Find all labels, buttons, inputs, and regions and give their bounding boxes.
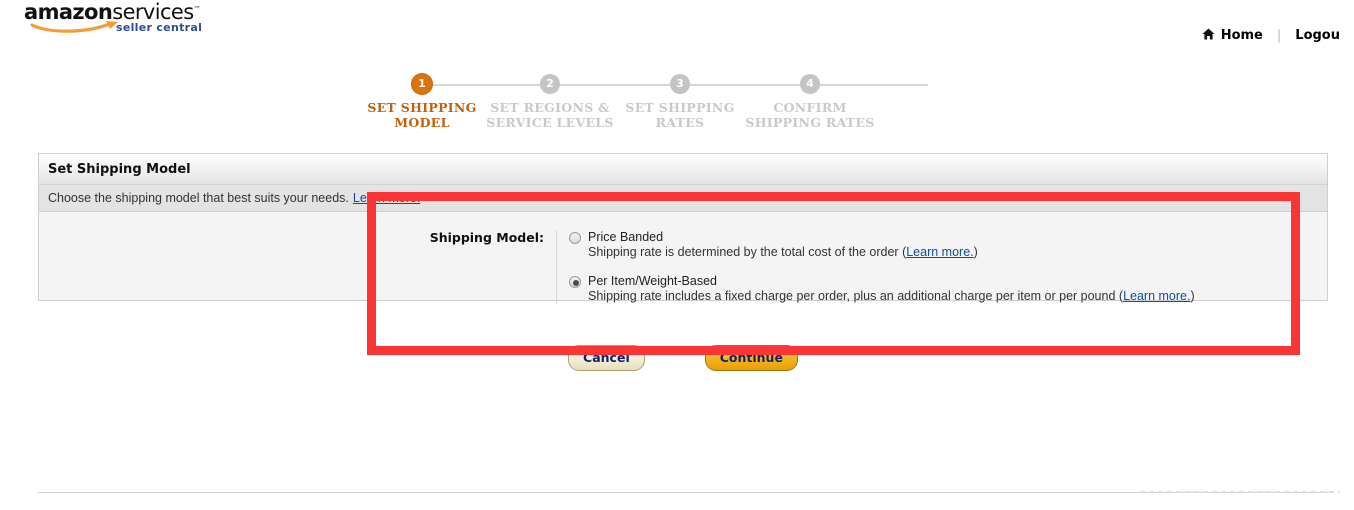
radio-option-per-item-weight-based[interactable]: Per Item/Weight-Based Shipping rate incl… [569, 274, 1327, 304]
shipping-model-label: Shipping Model: [429, 230, 544, 245]
wizard-step-2-number: 2 [540, 74, 560, 94]
logo-subtitle: seller central [116, 21, 203, 34]
panel-description-learn-more-link[interactable]: Learn more. [353, 191, 420, 205]
radio-price-banded-description: Shipping rate is determined by the total… [588, 245, 978, 260]
wizard-step-2-label: SET REGIONS & SERVICE LEVELS [486, 100, 614, 130]
radio-price-banded-input[interactable] [569, 232, 581, 244]
cancel-button[interactable]: Cancel [568, 345, 645, 371]
page-header: amazonservices™ seller central Home | Lo… [0, 0, 1354, 56]
wizard-step-4-label: CONFIRM SHIPPING RATES [745, 100, 875, 130]
radio-per-item-weight-based-title: Per Item/Weight-Based [588, 274, 717, 288]
radio-per-item-desc-before: Shipping rate includes a fixed charge pe… [588, 289, 1124, 303]
wizard-step-2[interactable]: 2 SET REGIONS & SERVICE LEVELS [475, 74, 625, 130]
set-shipping-model-panel: Set Shipping Model Choose the shipping m… [38, 153, 1328, 304]
radio-option-price-banded[interactable]: Price Banded Shipping rate is determined… [569, 230, 1327, 260]
radio-per-item-learn-more-link[interactable]: Learn more. [1123, 289, 1190, 303]
radio-price-banded-texts: Price Banded Shipping rate is determined… [588, 230, 978, 260]
page-title: Set Shipping Model [48, 161, 191, 177]
form-label-column: Shipping Model: [39, 230, 557, 304]
panel-body: Shipping Model: Price Banded Shipping ra… [39, 212, 1327, 304]
shipping-model-form-row: Shipping Model: Price Banded Shipping ra… [39, 212, 1327, 304]
nav-logout-link[interactable]: Logou [1295, 28, 1340, 43]
top-navigation: Home | Logou [1202, 28, 1340, 43]
panel-description-bar: Choose the shipping model that best suit… [39, 185, 1327, 212]
radio-price-banded-learn-more-link[interactable]: Learn more. [906, 245, 973, 259]
nav-separator: | [1276, 28, 1282, 43]
form-actions: Cancel Continue [38, 345, 1328, 371]
nav-home-link[interactable]: Home [1202, 28, 1263, 43]
progress-wizard: 1 SET SHIPPING MODEL 2 SET REGIONS & SER… [367, 74, 950, 134]
footer-dashed-line [1140, 491, 1340, 493]
footer-divider [38, 492, 1330, 493]
radio-price-banded-desc-before: Shipping rate is determined by the total… [588, 245, 907, 259]
form-field-column: Price Banded Shipping rate is determined… [557, 230, 1327, 304]
amazon-swoosh-icon [30, 19, 126, 33]
nav-home-label: Home [1220, 28, 1263, 43]
radio-per-item-weight-based-input[interactable] [569, 276, 581, 288]
logo-trademark: ™ [193, 5, 201, 13]
home-icon [1202, 28, 1215, 43]
wizard-step-4-number: 4 [800, 74, 820, 94]
wizard-step-1-number: 1 [412, 74, 432, 94]
wizard-step-3[interactable]: 3 SET SHIPPING RATES [605, 74, 755, 130]
radio-per-item-weight-based-description: Shipping rate includes a fixed charge pe… [588, 289, 1195, 304]
radio-per-item-desc-after: ) [1190, 289, 1195, 303]
wizard-step-3-label: SET SHIPPING RATES [625, 100, 735, 130]
wizard-step-3-number: 3 [670, 74, 690, 94]
continue-button[interactable]: Continue [704, 345, 798, 371]
amazon-services-seller-central-logo: amazonservices™ seller central [24, 2, 224, 38]
radio-price-banded-title: Price Banded [588, 230, 664, 244]
panel-header: Set Shipping Model [39, 154, 1327, 185]
radio-per-item-weight-based-texts: Per Item/Weight-Based Shipping rate incl… [588, 274, 1195, 304]
wizard-step-4[interactable]: 4 CONFIRM SHIPPING RATES [735, 74, 885, 130]
radio-price-banded-desc-after: ) [973, 245, 978, 259]
panel-description-text: Choose the shipping model that best suit… [48, 191, 349, 205]
